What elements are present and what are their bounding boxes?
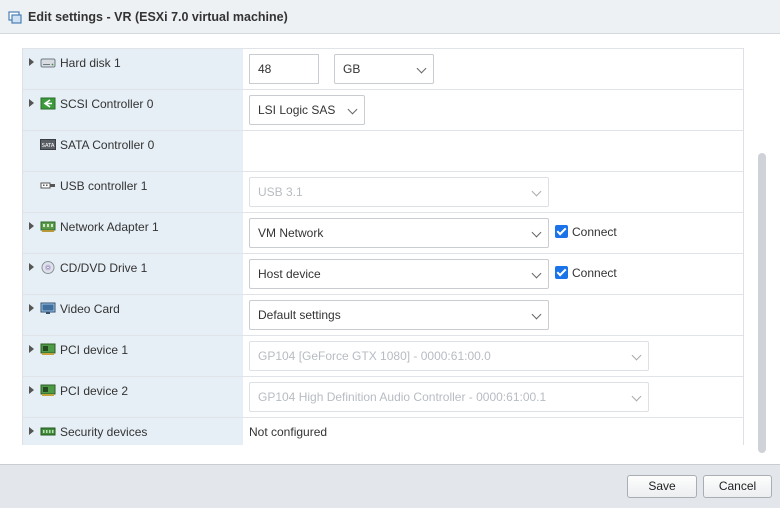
network-adapter-icon — [40, 221, 56, 232]
device-row-pci-device-1: PCI device 1 GP104 [GeForce GTX 1080] - … — [23, 335, 743, 376]
pci-device-2-select: GP104 High Definition Audio Controller -… — [249, 382, 649, 412]
device-row-sata-controller: SATA SATA Controller 0 — [23, 130, 743, 171]
device-value-cell: Host device Connect — [243, 254, 743, 294]
device-table: Hard disk 1 48 GB SCSI Controller 0 LSI … — [22, 48, 744, 445]
dialog-footer: Save Cancel — [0, 464, 780, 508]
usb-version-select: USB 3.1 — [249, 177, 549, 207]
scsi-controller-icon — [40, 97, 56, 110]
device-value-cell: GP104 [GeForce GTX 1080] - 0000:61:00.0 — [243, 336, 743, 376]
vm-settings-icon — [8, 10, 22, 24]
chevron-down-icon — [531, 309, 542, 320]
device-row-network-adapter: Network Adapter 1 VM Network Connect — [23, 212, 743, 253]
device-value-cell: 48 GB — [243, 49, 743, 89]
cd-dvd-connect-label: Connect — [572, 266, 617, 280]
device-label: Video Card — [60, 302, 120, 316]
device-value-cell: GP104 High Definition Audio Controller -… — [243, 377, 743, 417]
chevron-down-icon — [531, 268, 542, 279]
device-row-pci-device-2: PCI device 2 GP104 High Definition Audio… — [23, 376, 743, 417]
expand-caret-icon[interactable] — [29, 304, 34, 312]
video-card-icon — [40, 302, 56, 314]
svg-text:SATA: SATA — [42, 143, 55, 149]
pci-device-1-select: GP104 [GeForce GTX 1080] - 0000:61:00.0 — [249, 341, 649, 371]
device-name-cell: PCI device 2 — [23, 377, 243, 417]
expand-caret-icon[interactable] — [29, 427, 34, 435]
cd-dvd-value: Host device — [258, 267, 321, 281]
chevron-down-icon — [416, 63, 427, 74]
sata-controller-icon: SATA — [40, 139, 56, 150]
device-row-security-devices: Security devices Not configured — [23, 417, 743, 445]
device-name-cell: Security devices — [23, 418, 243, 445]
pci-device-icon — [40, 384, 56, 396]
usb-version-value: USB 3.1 — [258, 185, 303, 199]
chevron-down-icon — [347, 104, 358, 115]
device-value-cell: VM Network Connect — [243, 213, 743, 253]
pci-device-2-value: GP104 High Definition Audio Controller -… — [258, 390, 547, 404]
device-label: SCSI Controller 0 — [60, 97, 154, 111]
usb-icon — [40, 182, 55, 189]
security-devices-value: Not configured — [249, 425, 328, 439]
hard-disk-icon — [40, 58, 56, 68]
video-card-select[interactable]: Default settings — [249, 300, 549, 330]
device-value-cell: Default settings — [243, 295, 743, 335]
device-name-cell: CD/DVD Drive 1 — [23, 254, 243, 294]
cancel-button[interactable]: Cancel — [703, 475, 772, 498]
device-label: PCI device 2 — [60, 384, 129, 398]
device-row-cd-dvd: CD/DVD Drive 1 Host device Connect — [23, 253, 743, 294]
device-name-cell: Hard disk 1 — [23, 49, 243, 89]
security-devices-icon — [40, 427, 56, 436]
pci-device-1-value: GP104 [GeForce GTX 1080] - 0000:61:00.0 — [258, 349, 491, 363]
device-value-cell — [243, 131, 743, 171]
expand-caret-icon[interactable] — [29, 263, 34, 271]
device-name-cell: Network Adapter 1 — [23, 213, 243, 253]
chevron-down-icon — [631, 350, 642, 361]
device-label: Network Adapter 1 — [60, 220, 159, 234]
device-label: PCI device 1 — [60, 343, 129, 357]
device-value-cell: USB 3.1 — [243, 172, 743, 212]
expand-caret-icon[interactable] — [29, 222, 34, 230]
dialog-titlebar: Edit settings - VR (ESXi 7.0 virtual mac… — [0, 0, 780, 34]
save-button[interactable]: Save — [627, 475, 697, 498]
pci-device-icon — [40, 343, 56, 355]
scsi-type-value: LSI Logic SAS — [258, 103, 336, 117]
device-name-cell: USB controller 1 — [23, 172, 243, 212]
settings-content: Hard disk 1 48 GB SCSI Controller 0 LSI … — [0, 34, 780, 464]
network-value: VM Network — [258, 226, 324, 240]
device-name-cell: PCI device 1 — [23, 336, 243, 376]
device-value-cell: LSI Logic SAS — [243, 90, 743, 130]
device-name-cell: SCSI Controller 0 — [23, 90, 243, 130]
video-card-value: Default settings — [258, 308, 341, 322]
dialog-title: Edit settings - VR (ESXi 7.0 virtual mac… — [28, 9, 288, 24]
chevron-down-icon — [531, 186, 542, 197]
disk-size-input[interactable]: 48 — [249, 54, 319, 84]
cd-dvd-icon — [41, 261, 55, 274]
chevron-down-icon — [531, 227, 542, 238]
device-label: CD/DVD Drive 1 — [60, 261, 148, 275]
network-select[interactable]: VM Network — [249, 218, 549, 248]
disk-unit-value: GB — [343, 62, 361, 76]
device-name-cell: Video Card — [23, 295, 243, 335]
chevron-down-icon — [631, 391, 642, 402]
device-label: SATA Controller 0 — [60, 138, 155, 152]
device-value-cell: Not configured — [243, 418, 743, 445]
expand-caret-icon[interactable] — [29, 58, 34, 66]
network-connect-label: Connect — [572, 225, 617, 239]
device-row-usb-controller: USB controller 1 USB 3.1 — [23, 171, 743, 212]
device-label: Hard disk 1 — [60, 56, 121, 70]
expand-caret-icon[interactable] — [29, 345, 34, 353]
device-label: Security devices — [60, 425, 148, 439]
scsi-type-select[interactable]: LSI Logic SAS — [249, 95, 365, 125]
expand-caret-icon[interactable] — [29, 386, 34, 394]
device-name-cell: SATA SATA Controller 0 — [23, 131, 243, 171]
disk-unit-select[interactable]: GB — [334, 54, 434, 84]
device-row-hard-disk: Hard disk 1 48 GB — [23, 48, 743, 89]
vertical-scrollbar[interactable] — [758, 153, 766, 453]
device-row-scsi-controller: SCSI Controller 0 LSI Logic SAS — [23, 89, 743, 130]
cd-dvd-connect-checkbox[interactable] — [555, 266, 568, 279]
device-row-video-card: Video Card Default settings — [23, 294, 743, 335]
network-connect-checkbox[interactable] — [555, 225, 568, 238]
device-label: USB controller 1 — [60, 179, 148, 193]
expand-caret-icon[interactable] — [29, 99, 34, 107]
cd-dvd-select[interactable]: Host device — [249, 259, 549, 289]
